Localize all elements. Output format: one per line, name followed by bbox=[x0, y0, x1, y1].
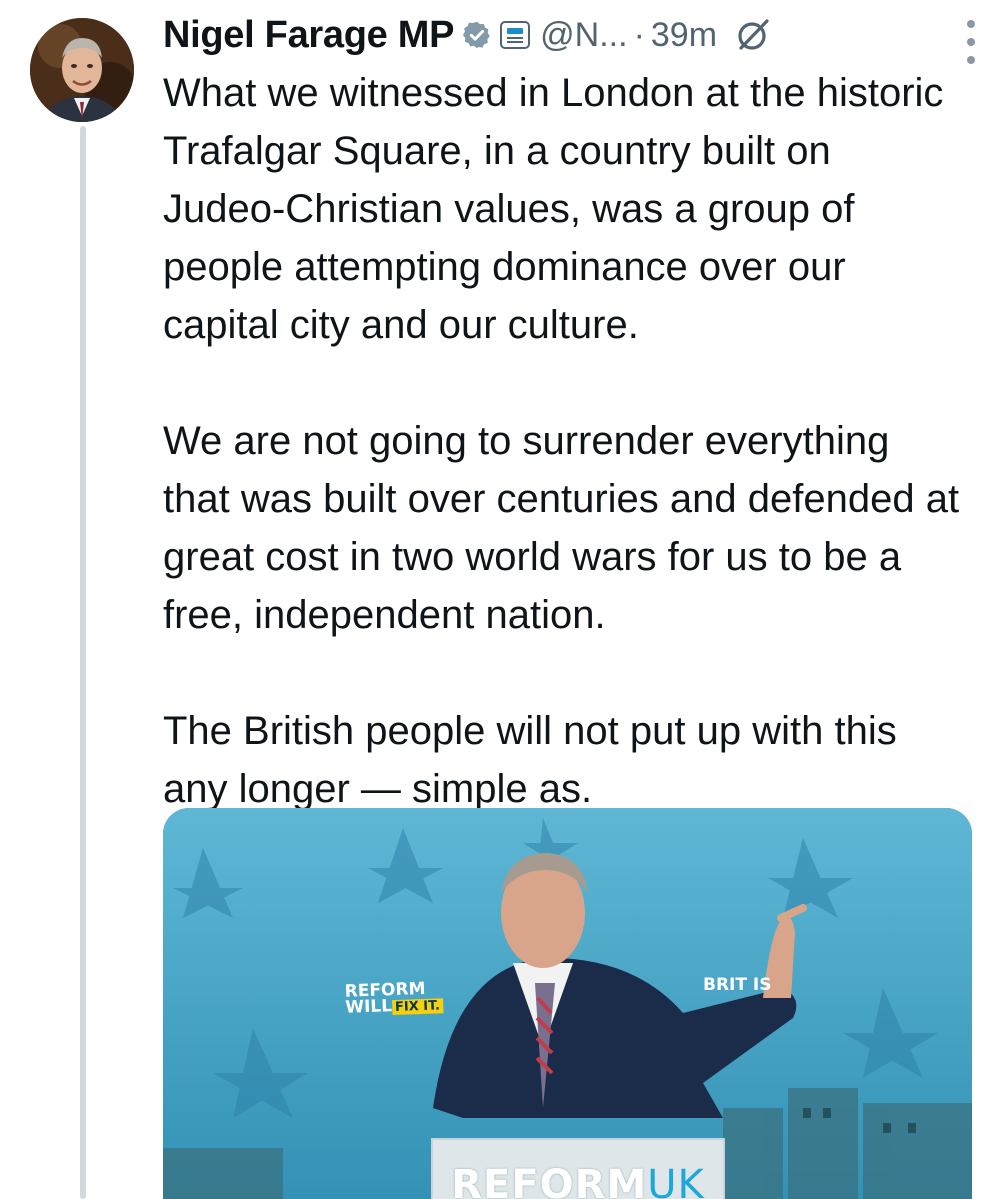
tweet-paragraph: We are not going to surrender everything… bbox=[163, 419, 960, 637]
media-sign-right: BRIT IS bbox=[703, 975, 772, 995]
tweet-media-image[interactable]: REFORM WILL FIX IT. BRIT IS REFORM UK bbox=[163, 808, 972, 1199]
more-options-icon[interactable] bbox=[965, 20, 977, 64]
avatar-column bbox=[30, 18, 138, 122]
post-content: Nigel Farage MP @N... · 39m What we witn… bbox=[163, 6, 975, 818]
display-name[interactable]: Nigel Farage MP bbox=[163, 14, 454, 57]
sign-left-line2: WILL bbox=[344, 996, 393, 1018]
podium-brand: REFORM bbox=[451, 1162, 648, 1199]
verified-badge-icon[interactable] bbox=[462, 20, 492, 50]
handle[interactable]: @N... bbox=[540, 16, 627, 55]
post[interactable]: Nigel Farage MP @N... · 39m What we witn… bbox=[0, 0, 996, 1199]
affiliate-badge-icon[interactable] bbox=[500, 21, 531, 49]
tweet-paragraph: What we witnessed in London at the histo… bbox=[163, 71, 944, 347]
grok-icon[interactable] bbox=[735, 17, 771, 53]
sign-left-fix: FIX IT. bbox=[391, 998, 444, 1016]
timestamp[interactable]: 39m bbox=[651, 16, 717, 55]
post-header: Nigel Farage MP @N... · 39m bbox=[163, 6, 973, 64]
avatar[interactable] bbox=[30, 18, 134, 122]
podium-brand-suffix: UK bbox=[647, 1162, 705, 1199]
timestamp-separator: · bbox=[633, 15, 645, 54]
thread-line bbox=[80, 126, 86, 1199]
tweet-text: What we witnessed in London at the histo… bbox=[163, 64, 973, 818]
podium-logo: REFORM UK bbox=[431, 1138, 725, 1199]
tweet-paragraph: The British people will not put up with … bbox=[163, 709, 897, 811]
media-sign-left: REFORM WILL FIX IT. bbox=[344, 979, 444, 1018]
